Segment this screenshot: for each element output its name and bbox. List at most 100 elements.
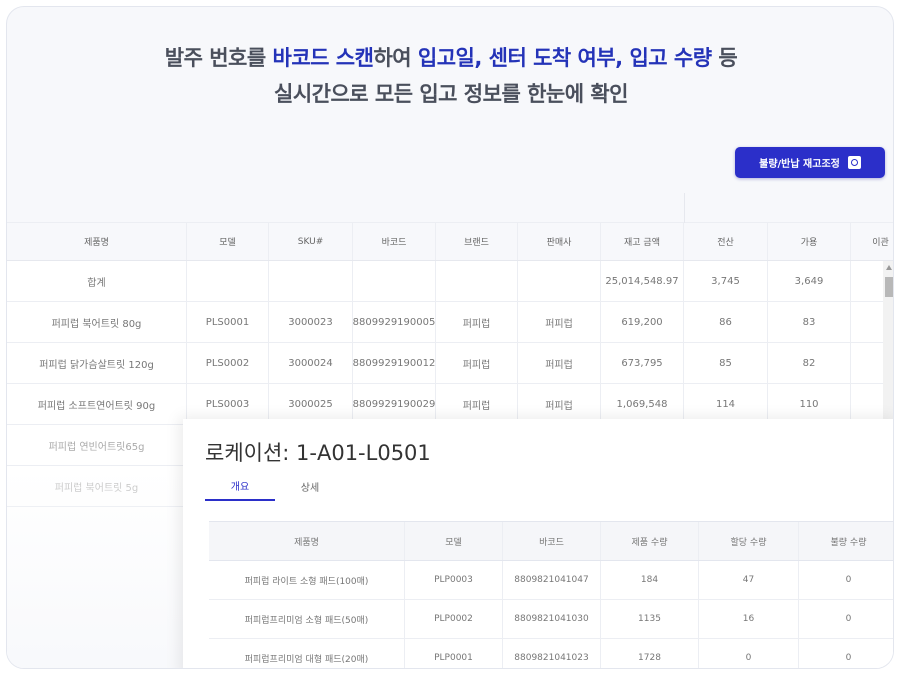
table-row-col-brand: 퍼피럽 (436, 343, 518, 383)
total-row-col-model (187, 261, 269, 301)
table-row-col-sku: 3000025 (269, 384, 353, 424)
location-row-col-defect-qty: 0 (799, 561, 893, 599)
location-header-col-defect-qty: 불량 수량 (799, 522, 893, 560)
total-row-col-available: 3,649 (768, 261, 851, 301)
table-row-col-available: 82 (768, 343, 851, 383)
table-row-col-system: 86 (684, 302, 768, 342)
fade-overlay (7, 468, 187, 668)
table-row-col-stock-value: 619,200 (601, 302, 684, 342)
header-col-model: 모델 (187, 223, 269, 260)
table-row-col-barcode: 8809929190012 (353, 343, 436, 383)
table-row-col-product-name: 퍼피럽 연빈어트릿65g (7, 425, 187, 465)
table-row-col-product-name: 퍼피럽 북어트릿 80g (7, 302, 187, 342)
location-header-col-barcode: 바코드 (503, 522, 601, 560)
total-row-col-brand (436, 261, 518, 301)
location-row-col-defect-qty: 0 (799, 639, 893, 668)
location-table-row[interactable]: 퍼피럽프리미엄 대형 패드(20매) PLP0001 8809821041023 17… (209, 639, 893, 668)
table-row-col-barcode: 8809929190029 (353, 384, 436, 424)
total-row-col-system: 3,745 (684, 261, 768, 301)
table-row-col-brand: 퍼피럽 (436, 302, 518, 342)
location-row-col-product-name: 퍼피럽 라이트 소형 패드(100매) (209, 561, 405, 599)
tab-overview[interactable]: 개요 (205, 471, 275, 501)
location-row-col-allocated-qty: 47 (699, 561, 799, 599)
table-row-col-seller: 퍼피럽 (518, 302, 601, 342)
header-col-product-name: 제품명 (7, 223, 187, 260)
location-row-col-model: PLP0001 (405, 639, 503, 668)
table-header-band (7, 193, 893, 223)
header-col-system: 전산 (684, 223, 768, 260)
vertical-scrollbar[interactable] (883, 261, 893, 421)
header-group-cell (684, 193, 893, 223)
location-header-col-allocated-qty: 할당 수량 (699, 522, 799, 560)
total-row[interactable]: 합계 25,014,548.97 3,745 3,649 (7, 261, 893, 302)
total-row-col-barcode (353, 261, 436, 301)
inventory-adjust-button[interactable]: 불량/반납 재고조정 (735, 147, 885, 178)
location-row-col-product-qty: 184 (601, 561, 699, 599)
header-col-stock-value: 재고 금액 (601, 223, 684, 260)
location-panel: 로케이션: 1-A01-L0501 개요 상세 제품명 모델 바코드 제품 수량 할당 … (183, 419, 893, 668)
location-header-col-product-qty: 제품 수량 (601, 522, 699, 560)
table-row-col-stock-value: 673,795 (601, 343, 684, 383)
table-row-col-model: PLS0001 (187, 302, 269, 342)
table-row-col-available: 83 (768, 302, 851, 342)
table-row-col-product-name: 퍼피럽 소프트연어트릿 90g (7, 384, 187, 424)
scroll-up-icon[interactable] (886, 265, 892, 270)
headline-line-1: 발주 번호를 바코드 스캔하여 입고일, 센터 도착 여부, 입고 수량 등 (7, 43, 893, 73)
headline-highlight: 입고일, 센터 도착 여부, 입고 수량 (417, 46, 712, 70)
scroll-thumb[interactable] (885, 277, 893, 297)
table-row-col-seller: 퍼피럽 (518, 343, 601, 383)
location-row-col-model: PLP0003 (405, 561, 503, 599)
headline-text: 등 (711, 46, 738, 70)
location-row-col-product-name: 퍼피럽프리미엄 대형 패드(20매) (209, 639, 405, 668)
location-row-col-allocated-qty: 16 (699, 600, 799, 638)
location-header-col-model: 모델 (405, 522, 503, 560)
header-col-sku: SKU# (269, 223, 353, 260)
location-table-headers: 제품명 모델 바코드 제품 수량 할당 수량 불량 수량 (209, 521, 893, 561)
location-row-col-barcode: 8809821041023 (503, 639, 601, 668)
table-row-col-model: PLS0003 (187, 384, 269, 424)
table-row[interactable]: 퍼피럽 닭가슴살트릿 120g PLS0002 3000024 88099291900… (7, 343, 893, 384)
location-row-col-defect-qty: 0 (799, 600, 893, 638)
header-col-transfer: 이관 (851, 223, 893, 260)
total-row-col-seller (518, 261, 601, 301)
total-row-col-sku (269, 261, 353, 301)
headline-line-2: 실시간으로 모든 입고 정보를 한눈에 확인 (274, 82, 629, 106)
headline: 발주 번호를 바코드 스캔하여 입고일, 센터 도착 여부, 입고 수량 등 실… (7, 43, 893, 113)
table-row-col-system: 85 (684, 343, 768, 383)
table-row-col-barcode: 8809929190005 (353, 302, 436, 342)
table-column-headers: 제품명 모델 SKU# 바코드 브랜드 판매사 재고 금액 전산 가용 이관 (7, 223, 893, 261)
location-row-col-barcode: 8809821041047 (503, 561, 601, 599)
table-row-col-system: 114 (684, 384, 768, 424)
location-header-col-product-name: 제품명 (209, 522, 405, 560)
table-row-col-stock-value: 1,069,548 (601, 384, 684, 424)
total-row-col-product-name: 합계 (7, 261, 187, 301)
headline-highlight: 바코드 스캔 (272, 46, 374, 70)
table-row-col-sku: 3000023 (269, 302, 353, 342)
location-row-col-allocated-qty: 0 (699, 639, 799, 668)
table-row-col-seller: 퍼피럽 (518, 384, 601, 424)
table-row-col-brand: 퍼피럽 (436, 384, 518, 424)
location-row-col-model: PLP0002 (405, 600, 503, 638)
header-col-brand: 브랜드 (436, 223, 518, 260)
table-row-col-sku: 3000024 (269, 343, 353, 383)
location-title: 로케이션: 1-A01-L0501 (205, 441, 431, 465)
table-row-col-model: PLS0002 (187, 343, 269, 383)
location-row-col-product-name: 퍼피럽프리미엄 소형 패드(50매) (209, 600, 405, 638)
location-row-col-product-qty: 1728 (601, 639, 699, 668)
total-row-col-stock-value: 25,014,548.97 (601, 261, 684, 301)
location-row-col-barcode: 8809821041030 (503, 600, 601, 638)
headline-text: 하여 (373, 46, 418, 70)
header-col-seller: 판매사 (518, 223, 601, 260)
location-table-row[interactable]: 퍼피럽 라이트 소형 패드(100매) PLP0003 8809821041047 1… (209, 561, 893, 600)
table-row-col-available: 110 (768, 384, 851, 424)
table-row-col-product-name: 퍼피럽 닭가슴살트릿 120g (7, 343, 187, 383)
location-table-row[interactable]: 퍼피럽프리미엄 소형 패드(50매) PLP0002 8809821041030 11… (209, 600, 893, 639)
header-col-available: 가용 (768, 223, 851, 260)
tab-detail[interactable]: 상세 (275, 471, 345, 501)
inventory-adjust-label: 불량/반납 재고조정 (759, 159, 840, 170)
table-row[interactable]: 퍼피럽 북어트릿 80g PLS0001 3000023 8809929190005 퍼… (7, 302, 893, 343)
headline-text: 발주 번호를 (164, 46, 273, 70)
header-col-barcode: 바코드 (353, 223, 436, 260)
screenshot-frame: 발주 번호를 바코드 스캔하여 입고일, 센터 도착 여부, 입고 수량 등 실… (6, 6, 894, 669)
settings-icon (847, 156, 861, 169)
